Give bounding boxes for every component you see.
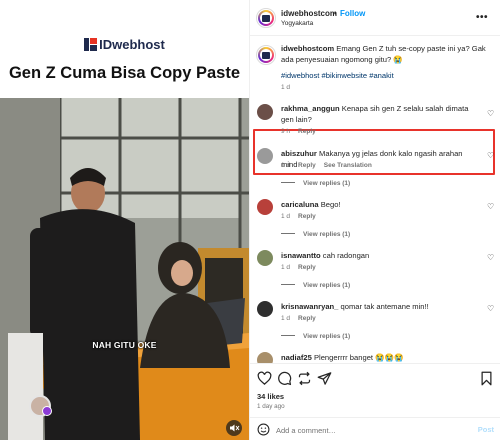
author-avatar[interactable] <box>256 8 276 28</box>
comment-meta: 1 d Reply <box>281 264 316 271</box>
caption-hashtags[interactable]: #idwebhost #bikinwebsite #anakit <box>281 71 394 80</box>
reply-button[interactable]: Reply <box>298 315 316 322</box>
comment-username[interactable]: rakhma_anggun <box>281 104 340 113</box>
emoji-smiley-icon[interactable] <box>257 423 270 436</box>
comment-meta: 1 d Reply See Translation <box>281 162 372 169</box>
comment-text: qomar tak antemane min!! <box>340 302 429 311</box>
comment-avatar[interactable] <box>257 199 273 215</box>
speaker-muted-icon[interactable] <box>226 420 242 436</box>
brand-name: IDwebhost <box>99 37 165 52</box>
comment-item: krisnawanryan_ qomar tak antemane min!! <box>281 302 481 313</box>
post-time-ago: 1 day ago <box>257 403 285 410</box>
media-title-area: IDwebhost Gen Z Cuma Bisa Copy Paste <box>0 0 249 98</box>
comments-list[interactable]: idwebhostcom Emang Gen Z tuh se-copy pas… <box>250 37 500 363</box>
share-paper-plane-icon[interactable] <box>317 371 332 386</box>
see-translation-button[interactable]: See Translation <box>324 162 372 169</box>
action-bar: 34 likes 1 day ago Post <box>250 363 500 440</box>
comment-avatar[interactable] <box>257 352 273 363</box>
post-header: idwebhostcom • Follow Yogyakarta ••• <box>250 0 500 36</box>
audio-badge-icon <box>42 406 52 416</box>
comment-meta: 1 d Reply <box>281 315 316 322</box>
caption-avatar[interactable] <box>256 45 276 65</box>
post-location[interactable]: Yogyakarta <box>281 20 313 27</box>
likes-count[interactable]: 34 likes <box>257 392 284 401</box>
like-heart-icon[interactable] <box>257 371 272 386</box>
video-subtitle: NAH GITU OKE <box>92 340 157 350</box>
comment-avatar[interactable] <box>257 148 273 164</box>
comment-time: 1 d <box>281 162 291 169</box>
comment-item: nadiaf25 Plengerrrr banget 😭😭😭 <box>281 353 481 363</box>
video-frame[interactable] <box>0 98 249 440</box>
comment-text: cah radongan <box>322 251 370 260</box>
comment-bubble-icon[interactable] <box>277 371 292 386</box>
comment-username[interactable]: abiszuhur <box>281 149 317 158</box>
post-caption: idwebhostcom Emang Gen Z tuh se-copy pas… <box>281 44 493 65</box>
comment-username[interactable]: isnawantto <box>281 251 321 260</box>
reply-button[interactable]: Reply <box>298 162 316 169</box>
comment-item: rakhma_anggun Kenapa sih gen Z selalu sa… <box>281 104 471 125</box>
post-comment-button[interactable]: Post <box>478 425 494 434</box>
like-comment-icon[interactable]: ♡ <box>487 202 494 211</box>
separator-dot: • <box>334 9 337 18</box>
comment-item: caricaluna Bego! <box>281 200 481 211</box>
follow-button[interactable]: Follow <box>340 9 365 18</box>
view-replies-button[interactable]: View replies (1) <box>281 231 350 238</box>
reply-button[interactable]: Reply <box>298 213 316 220</box>
media-headline: Gen Z Cuma Bisa Copy Paste <box>8 64 241 82</box>
comment-text: Plengerrrr banget 😭😭😭 <box>313 353 404 362</box>
comment-meta: 1 d Reply <box>281 213 316 220</box>
comment-avatar[interactable] <box>257 301 273 317</box>
author-username[interactable]: idwebhostcom <box>281 9 337 18</box>
repost-icon[interactable] <box>297 371 312 386</box>
comment-username[interactable]: krisnawanryan_ <box>281 302 338 311</box>
comment-time: 1 d <box>281 264 291 271</box>
like-comment-icon[interactable]: ♡ <box>487 253 494 262</box>
comment-meta: 9 h Reply <box>281 128 316 135</box>
more-options-icon[interactable]: ••• <box>476 12 488 23</box>
like-comment-icon[interactable]: ♡ <box>487 304 494 313</box>
view-replies-button[interactable]: View replies (1) <box>281 180 350 187</box>
comment-username[interactable]: nadiaf25 <box>281 353 312 362</box>
comment-time: 1 d <box>281 315 291 322</box>
comment-avatar[interactable] <box>257 104 273 120</box>
comment-time: 1 d <box>281 213 291 220</box>
brand-logo: IDwebhost <box>0 37 249 52</box>
save-bookmark-icon[interactable] <box>479 371 494 386</box>
add-comment-row: Post <box>250 417 500 440</box>
comment-avatar[interactable] <box>257 250 273 266</box>
comment-item: isnawantto cah radongan <box>281 251 481 262</box>
comment-username[interactable]: caricaluna <box>281 200 319 209</box>
like-comment-icon[interactable]: ♡ <box>487 151 494 160</box>
add-comment-input[interactable] <box>276 424 466 436</box>
idwebhost-logo-icon <box>84 38 98 51</box>
reply-button[interactable]: Reply <box>298 128 316 135</box>
like-comment-icon[interactable]: ♡ <box>487 109 494 118</box>
caption-time: 1 d <box>281 84 291 91</box>
comment-text: Bego! <box>320 200 341 209</box>
view-replies-button[interactable]: View replies (1) <box>281 333 350 340</box>
post-media[interactable]: IDwebhost Gen Z Cuma Bisa Copy Paste NAH… <box>0 0 249 440</box>
comments-panel: idwebhostcom • Follow Yogyakarta ••• idw… <box>249 0 500 440</box>
comment-time: 9 h <box>281 128 291 135</box>
view-replies-button[interactable]: View replies (1) <box>281 282 350 289</box>
reply-button[interactable]: Reply <box>298 264 316 271</box>
video-scene <box>0 98 249 440</box>
caption-username[interactable]: idwebhostcom <box>281 44 334 53</box>
